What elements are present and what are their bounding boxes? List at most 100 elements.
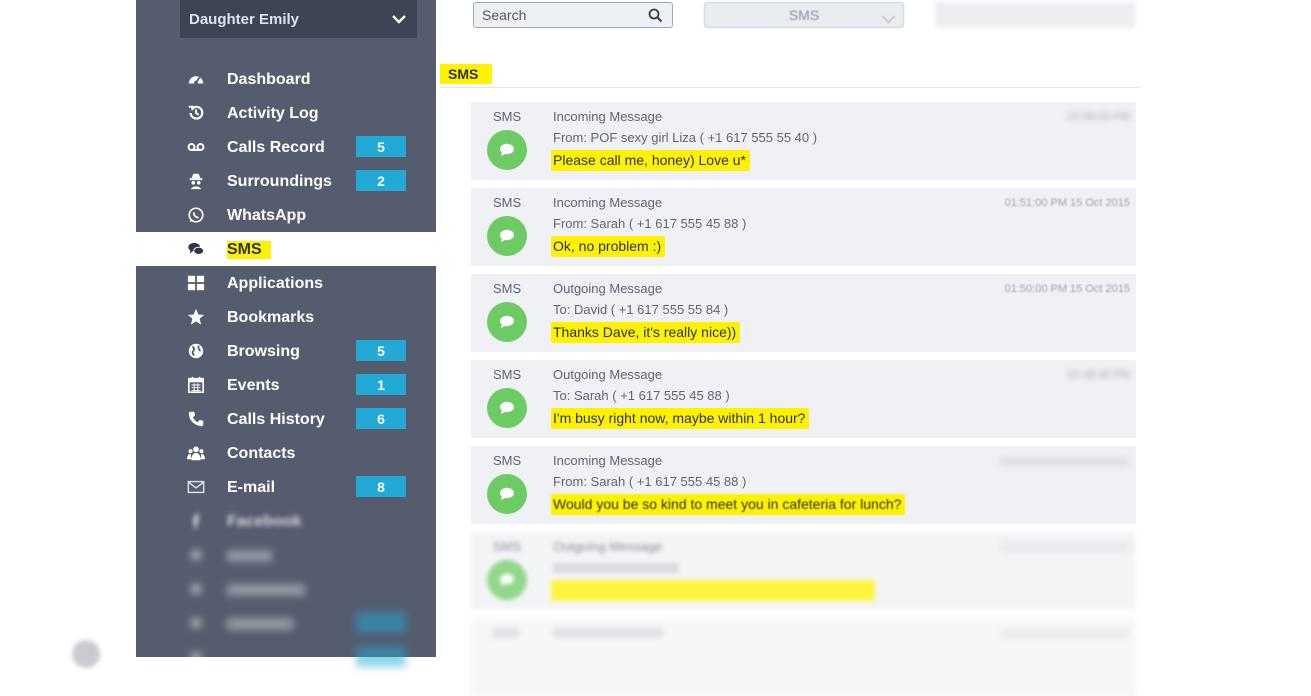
device-name: Daughter Emily — [189, 10, 300, 28]
message-card[interactable]: SMS Outgoing Message To: Sarah ( +1 617 … — [471, 360, 1136, 438]
chat-icon — [500, 573, 514, 586]
sidebar-item-blurred[interactable] — [136, 538, 436, 572]
message-kind: SMS — [493, 195, 522, 210]
sidebar-item-calls-record[interactable]: Calls Record 5 — [136, 130, 436, 164]
facebook-icon — [186, 511, 206, 531]
sidebar-item-label — [227, 584, 305, 596]
sidebar-item-label: Events — [227, 377, 280, 394]
envelope-icon — [186, 477, 206, 497]
search-placeholder: Search — [482, 7, 527, 23]
message-time — [1000, 629, 1130, 638]
chat-icon — [500, 401, 514, 414]
sidebar-item-applications[interactable]: Applications — [136, 266, 436, 300]
chat-icon — [500, 315, 514, 328]
sidebar-item-browsing[interactable]: Browsing 5 — [136, 334, 436, 368]
sidebar-item-whatsapp[interactable]: WhatsApp — [136, 198, 436, 232]
sidebar-item-label: Facebook — [227, 513, 302, 530]
sidebar-item-label: Calls Record — [227, 139, 325, 156]
sidebar-item-events[interactable]: Events 1 — [136, 368, 436, 402]
unknown-icon — [186, 545, 206, 565]
message-direction: Outgoing Message — [553, 281, 663, 296]
message-kind: SMS — [493, 281, 522, 296]
message-kind: SMS — [493, 453, 522, 468]
message-direction: Outgoing Message — [553, 367, 663, 382]
sidebar-item-label: E-mail — [227, 479, 276, 496]
message-time: 01:50:00 PM 15 Oct 2015 — [1004, 283, 1130, 295]
sidebar-item-calls-history[interactable]: Calls History 6 — [136, 402, 436, 436]
sms-avatar — [487, 302, 527, 342]
message-time: 01:51:00 PM 15 Oct 2015 — [1004, 197, 1130, 209]
count-badge: 2 — [356, 170, 406, 191]
count-badge: 5 — [356, 340, 406, 361]
device-selector[interactable]: Daughter Emily — [180, 0, 417, 38]
sms-avatar — [487, 388, 527, 428]
sidebar-item-blurred[interactable] — [136, 606, 436, 640]
calendar-icon — [186, 375, 206, 395]
message-direction: Outgoing Message — [553, 539, 663, 554]
contacts-icon — [186, 443, 206, 463]
count-badge: 1 — [356, 374, 406, 395]
message-kind: SMS — [493, 539, 522, 554]
sidebar-item-dashboard[interactable]: Dashboard — [136, 62, 436, 96]
message-text — [551, 580, 875, 601]
message-card[interactable] — [471, 618, 1136, 696]
dashboard-icon — [186, 69, 206, 89]
divider — [440, 87, 1140, 88]
count-badge: 6 — [356, 408, 406, 429]
sms-avatar — [487, 130, 527, 170]
star-icon — [186, 307, 206, 327]
sidebar-item-label — [227, 550, 272, 562]
message-direction — [553, 628, 663, 638]
chevron-down-icon — [392, 15, 406, 24]
message-time: 01:49:40 PM — [1067, 369, 1130, 381]
sidebar-item-label: Applications — [227, 275, 324, 292]
message-direction: Incoming Message — [553, 453, 663, 468]
sidebar-item-blurred[interactable] — [136, 572, 436, 606]
spy-icon — [186, 171, 206, 191]
filter-select[interactable] — [935, 2, 1135, 28]
sidebar-item-label: Surroundings — [227, 173, 332, 190]
search-icon[interactable] — [648, 8, 663, 23]
sms-avatar — [487, 216, 527, 256]
whatsapp-icon — [186, 205, 206, 225]
scroll-to-top-button[interactable] — [72, 640, 100, 668]
message-text: I'm busy right now, maybe within 1 hour? — [551, 408, 810, 429]
sidebar-item-label: Activity Log — [227, 105, 319, 122]
sidebar-item-sms[interactable]: SMS — [136, 232, 436, 266]
sidebar-item-bookmarks[interactable]: Bookmarks — [136, 300, 436, 334]
message-card[interactable]: SMS Outgoing Message To: David ( +1 617 … — [471, 274, 1136, 352]
count-badge: 8 — [356, 476, 406, 497]
history-icon — [186, 103, 206, 123]
sidebar-item-label: SMS — [227, 241, 271, 259]
sidebar-item-label: Browsing — [227, 343, 300, 360]
sidebar-item-facebook[interactable]: Facebook — [136, 504, 436, 538]
search-input[interactable]: Search — [473, 2, 673, 28]
message-time — [1000, 457, 1130, 466]
sidebar-item-contacts[interactable]: Contacts — [136, 436, 436, 470]
sidebar-item-email[interactable]: E-mail 8 — [136, 470, 436, 504]
unknown-icon — [186, 647, 206, 667]
message-time: 02:56:00 PM — [1067, 111, 1130, 123]
message-contact: From: Sarah ( +1 617 555 45 88 ) — [553, 474, 747, 489]
message-contact: To: Sarah ( +1 617 555 45 88 ) — [553, 388, 730, 403]
sidebar-item-label: Contacts — [227, 445, 296, 462]
unknown-icon — [186, 613, 206, 633]
sidebar-item-activity-log[interactable]: Activity Log — [136, 96, 436, 130]
message-text: Thanks Dave, it's really nice)) — [551, 322, 741, 343]
message-type-select[interactable]: SMS — [704, 2, 904, 28]
message-card[interactable]: SMS Incoming Message From: Sarah ( +1 61… — [471, 188, 1136, 266]
message-card[interactable]: SMS Incoming Message From: POF sexy girl… — [471, 102, 1136, 180]
chat-icon — [500, 143, 514, 156]
sidebar-item-blurred[interactable] — [136, 640, 436, 674]
message-direction: Incoming Message — [553, 195, 663, 210]
sidebar-item-label — [227, 618, 293, 630]
chat-icon — [500, 229, 514, 242]
message-contact: To: David ( +1 617 555 55 84 ) — [553, 302, 729, 317]
unknown-icon — [186, 579, 206, 599]
count-badge: 5 — [356, 136, 406, 157]
message-contact: From: Sarah ( +1 617 555 45 88 ) — [553, 216, 747, 231]
message-contact — [553, 563, 678, 573]
sidebar-item-surroundings[interactable]: Surroundings 2 — [136, 164, 436, 198]
message-card[interactable]: SMS Outgoing Message — [471, 532, 1136, 610]
message-card[interactable]: SMS Incoming Message From: Sarah ( +1 61… — [471, 446, 1136, 524]
